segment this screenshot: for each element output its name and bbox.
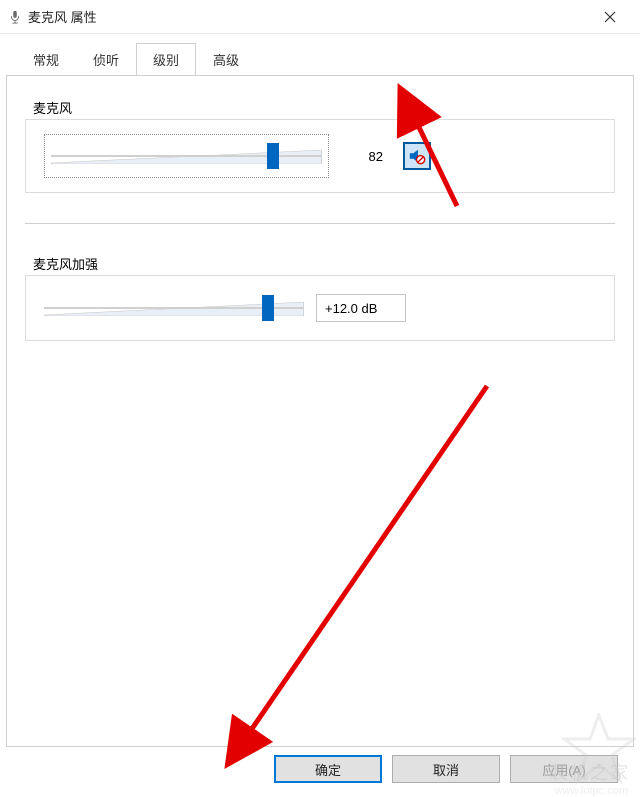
tab-panel-levels: 麦克风 82 麦克风加强 [6, 75, 634, 747]
slider-focus-outline [44, 134, 329, 178]
slider-track [51, 155, 322, 157]
tab-general[interactable]: 常规 [16, 43, 76, 76]
mic-boost-slider[interactable] [44, 290, 304, 326]
cancel-button[interactable]: 取消 [392, 755, 500, 783]
mic-level-slider[interactable] [51, 138, 322, 174]
slider-thumb[interactable] [262, 295, 274, 321]
group-box-mic-level: 82 [25, 119, 615, 193]
ok-button[interactable]: 确定 [274, 755, 382, 783]
tab-label: 侦听 [93, 53, 119, 68]
slider-thumb[interactable] [267, 143, 279, 169]
tab-levels[interactable]: 级别 [136, 43, 196, 76]
tab-strip: 常规 侦听 级别 高级 [16, 42, 634, 75]
mic-level-value: 82 [349, 149, 383, 164]
tab-label: 级别 [153, 53, 179, 68]
speaker-muted-icon [408, 147, 426, 165]
watermark-url: www.lotpc.com [555, 785, 628, 797]
microphone-icon [8, 10, 22, 24]
close-icon [604, 11, 616, 23]
group-box-mic-boost: +12.0 dB [25, 275, 615, 341]
mic-mute-toggle-button[interactable] [403, 142, 431, 170]
group-label-mic-level: 麦克风 [25, 98, 615, 117]
watermark-text: 装机之家 [550, 759, 630, 785]
slider-taper-graphic [51, 150, 322, 164]
dialog-content: 常规 侦听 级别 高级 麦克风 82 [0, 34, 640, 747]
title-bar: 麦克风 属性 [0, 0, 640, 34]
mic-boost-readout: +12.0 dB [316, 294, 406, 322]
tab-label: 常规 [33, 53, 59, 68]
section-divider [25, 223, 615, 224]
dialog-button-row: 确定 取消 应用(A) [0, 755, 640, 783]
tab-advanced[interactable]: 高级 [196, 43, 256, 76]
annotation-arrow [237, 376, 497, 749]
window-close-button[interactable] [588, 0, 632, 34]
window-title: 麦克风 属性 [28, 7, 97, 26]
group-label-mic-boost: 麦克风加强 [25, 254, 615, 273]
tab-listen[interactable]: 侦听 [76, 43, 136, 76]
tab-label: 高级 [213, 53, 239, 68]
